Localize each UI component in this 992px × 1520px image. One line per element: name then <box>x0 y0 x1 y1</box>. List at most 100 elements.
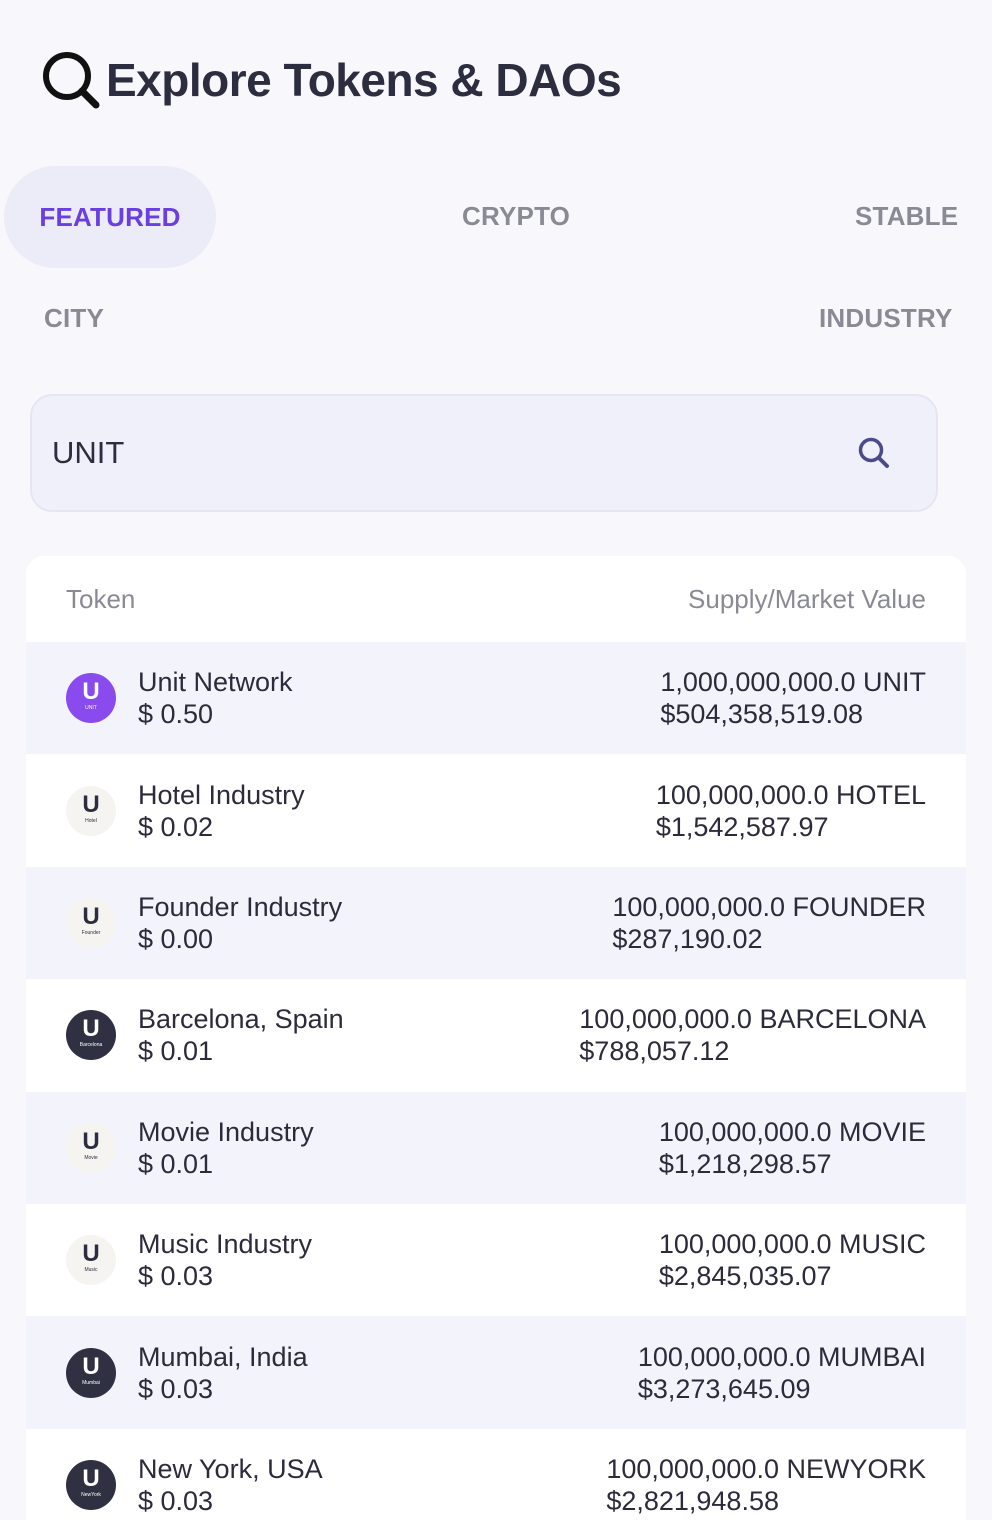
token-table: Token Supply/Market Value U UNIT Unit Ne… <box>26 556 966 1520</box>
table-row[interactable]: U Barcelona Barcelona, Spain $ 0.01 100,… <box>26 979 966 1091</box>
token-logo-label: Barcelona <box>79 1042 103 1049</box>
token-logo-label: Mumbai <box>82 1379 100 1386</box>
tab-crypto[interactable]: CRYPTO <box>462 201 570 232</box>
token-cell: U UNIT Unit Network $ 0.50 <box>66 666 293 730</box>
value-cell: 1,000,000,000.0 UNIT $504,358,519.08 <box>660 666 926 730</box>
search-box <box>30 394 938 512</box>
token-info: Hotel Industry $ 0.02 <box>138 779 305 843</box>
token-info: New York, USA $ 0.03 <box>138 1453 323 1517</box>
token-name: Unit Network <box>138 667 293 698</box>
token-supply: 1,000,000,000.0 UNIT <box>660 667 926 698</box>
token-cell: U Founder Founder Industry $ 0.00 <box>66 891 342 955</box>
value-cell: 100,000,000.0 MUSIC $2,845,035.07 <box>659 1228 926 1292</box>
value-cell: 100,000,000.0 NEWYORK $2,821,948.58 <box>606 1453 926 1517</box>
u-logo-icon: U <box>82 902 100 930</box>
column-header-supply-market-value: Supply/Market Value <box>688 583 926 614</box>
tab-featured[interactable]: FEATURED <box>4 166 216 268</box>
value-cell: 100,000,000.0 FOUNDER $287,190.02 <box>612 891 926 955</box>
table-row[interactable]: U Founder Founder Industry $ 0.00 100,00… <box>26 866 966 980</box>
token-price: $ 0.00 <box>138 923 214 954</box>
explore-page: Explore Tokens & DAOs FEATURED CRYPTO ST… <box>0 0 992 1520</box>
u-logo-icon: U <box>82 1127 100 1155</box>
token-price: $ 0.02 <box>138 811 214 842</box>
column-header-token: Token <box>66 583 136 614</box>
table-row[interactable]: U Mumbai Mumbai, India $ 0.03 100,000,00… <box>26 1316 966 1429</box>
token-name: Founder Industry <box>138 891 343 922</box>
token-market-value: $788,057.12 <box>579 1036 730 1067</box>
token-info: Movie Industry $ 0.01 <box>138 1116 314 1180</box>
table-header: Token Supply/Market Value <box>26 556 966 642</box>
tab-industry[interactable]: INDUSTRY <box>819 303 953 334</box>
token-info: Music Industry $ 0.03 <box>138 1228 312 1292</box>
token-market-value: $3,273,645.09 <box>637 1373 811 1404</box>
table-row[interactable]: U Hotel Hotel Industry $ 0.02 100,000,00… <box>26 754 966 866</box>
token-price: $ 0.03 <box>138 1373 214 1404</box>
token-market-value: $287,190.02 <box>612 923 763 954</box>
token-price: $ 0.01 <box>138 1148 214 1179</box>
u-logo-icon: U <box>82 1352 100 1380</box>
table-row[interactable]: U UNIT Unit Network $ 0.50 1,000,000,000… <box>26 642 966 755</box>
token-cell: U Music Music Industry $ 0.03 <box>66 1228 312 1292</box>
table-row[interactable]: U Music Music Industry $ 0.03 100,000,00… <box>26 1204 966 1316</box>
token-supply: 100,000,000.0 MOVIE <box>658 1116 926 1147</box>
tab-city[interactable]: CITY <box>44 303 104 334</box>
token-supply: 100,000,000.0 BARCELONA <box>579 1004 926 1035</box>
token-logo: U NewYork <box>66 1459 116 1510</box>
search-input[interactable] <box>52 435 856 471</box>
token-logo: U Mumbai <box>66 1347 116 1398</box>
token-market-value: $1,542,587.97 <box>655 811 829 842</box>
page-header: Explore Tokens & DAOs <box>40 48 622 112</box>
value-cell: 100,000,000.0 MUMBAI $3,273,645.09 <box>638 1341 926 1405</box>
token-price: $ 0.03 <box>138 1261 214 1292</box>
token-name: Movie Industry <box>138 1116 314 1147</box>
token-logo-label: UNIT <box>85 705 97 712</box>
token-market-value: $504,358,519.08 <box>660 699 864 730</box>
token-logo-label: Founder <box>81 929 101 936</box>
token-cell: U Movie Movie Industry $ 0.01 <box>66 1116 314 1180</box>
u-logo-icon: U <box>82 790 100 818</box>
token-info: Founder Industry $ 0.00 <box>138 891 342 955</box>
u-logo-icon: U <box>82 1240 100 1268</box>
token-logo-label: Hotel <box>85 817 97 824</box>
token-logo: U Founder <box>66 897 116 948</box>
token-info: Unit Network $ 0.50 <box>138 666 293 730</box>
tab-stable[interactable]: STABLE <box>855 201 958 232</box>
u-logo-icon: U <box>82 1015 100 1043</box>
token-logo: U Music <box>66 1235 116 1286</box>
token-supply: 100,000,000.0 MUMBAI <box>637 1341 926 1372</box>
u-logo-icon: U <box>82 1464 100 1492</box>
token-info: Mumbai, India $ 0.03 <box>138 1341 308 1405</box>
token-info: Barcelona, Spain $ 0.01 <box>138 1003 344 1067</box>
token-logo: U Hotel <box>66 785 116 836</box>
token-market-value: $1,218,298.57 <box>658 1148 832 1179</box>
token-cell: U Barcelona Barcelona, Spain $ 0.01 <box>66 1003 344 1067</box>
page-title: Explore Tokens & DAOs <box>106 54 622 106</box>
token-logo-label: NewYork <box>81 1491 101 1498</box>
token-supply: 100,000,000.0 HOTEL <box>655 779 926 810</box>
u-logo-icon: U <box>82 678 100 706</box>
token-price: $ 0.03 <box>138 1485 214 1516</box>
table-row[interactable]: U Movie Movie Industry $ 0.01 100,000,00… <box>26 1091 966 1204</box>
table-row[interactable]: U NewYork New York, USA $ 0.03 100,000,0… <box>26 1429 966 1520</box>
value-cell: 100,000,000.0 HOTEL $1,542,587.97 <box>656 779 926 843</box>
token-cell: U Hotel Hotel Industry $ 0.02 <box>66 779 305 843</box>
token-logo-label: Movie <box>84 1154 98 1161</box>
token-name: Music Industry <box>138 1229 313 1260</box>
value-cell: 100,000,000.0 MOVIE $1,218,298.57 <box>659 1116 926 1180</box>
token-market-value: $2,821,948.58 <box>606 1485 779 1516</box>
token-logo: U Barcelona <box>66 1010 116 1061</box>
token-logo-label: Music <box>84 1267 98 1274</box>
token-name: New York, USA <box>138 1453 323 1484</box>
token-supply: 100,000,000.0 FOUNDER <box>612 891 926 922</box>
token-market-value: $2,845,035.07 <box>658 1261 832 1292</box>
token-supply: 100,000,000.0 MUSIC <box>658 1229 926 1260</box>
token-price: $ 0.01 <box>138 1036 214 1067</box>
token-supply: 100,000,000.0 NEWYORK <box>606 1453 926 1484</box>
search-icon <box>43 52 100 109</box>
token-price: $ 0.50 <box>138 699 214 730</box>
token-name: Hotel Industry <box>138 779 305 810</box>
token-name: Barcelona, Spain <box>138 1004 344 1035</box>
token-logo: U UNIT <box>66 673 116 724</box>
token-name: Mumbai, India <box>138 1341 308 1372</box>
search-icon[interactable] <box>856 435 892 471</box>
